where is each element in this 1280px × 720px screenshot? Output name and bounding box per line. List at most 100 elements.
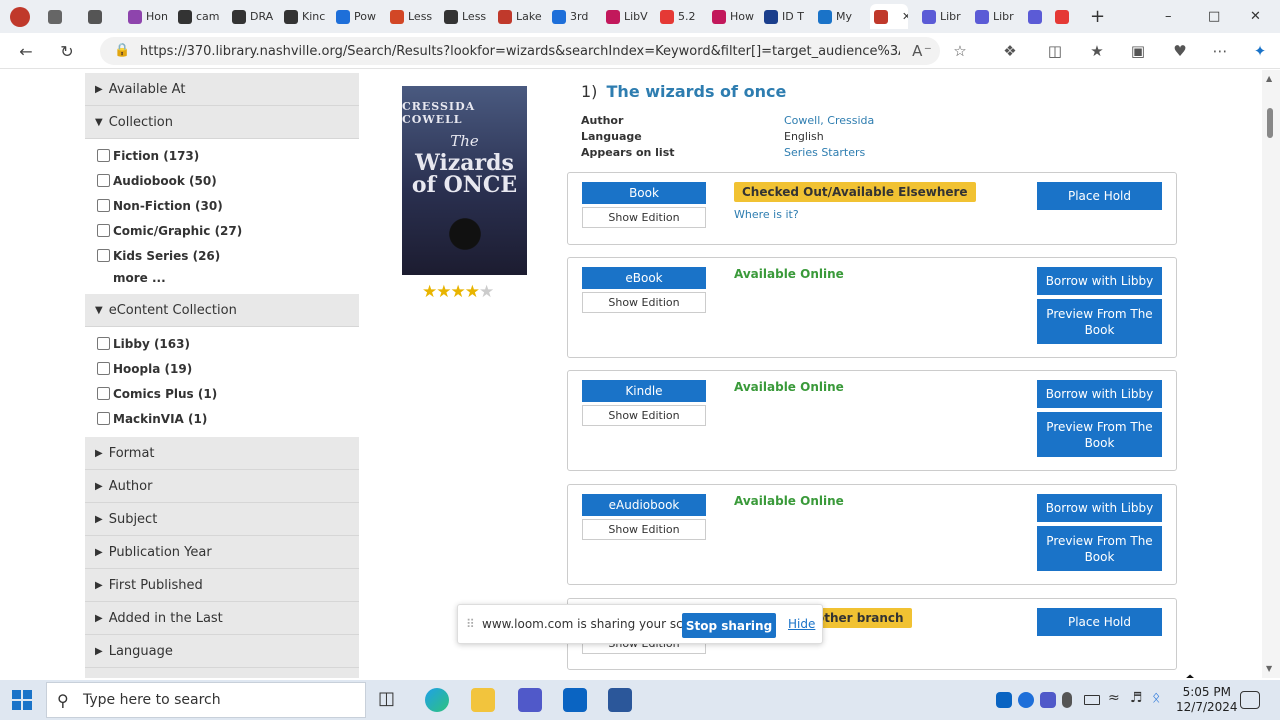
- edge-icon[interactable]: [425, 688, 449, 712]
- checkbox[interactable]: [97, 362, 110, 375]
- format-button[interactable]: Book: [582, 182, 706, 204]
- more-link[interactable]: more ...: [97, 268, 359, 288]
- facet-author[interactable]: ▶ Author: [85, 470, 359, 503]
- format-button[interactable]: Kindle: [582, 380, 706, 402]
- borrow-with-libby-button[interactable]: Borrow with Libby: [1037, 494, 1162, 522]
- browser-tab[interactable]: [88, 4, 110, 29]
- result-title-link[interactable]: The wizards of once: [607, 82, 787, 101]
- hide-link[interactable]: Hide: [788, 617, 815, 631]
- browser-tab[interactable]: DRA: [232, 4, 278, 29]
- where-is-it-link[interactable]: Where is it?: [734, 208, 799, 221]
- browser-tab[interactable]: How: [712, 4, 758, 29]
- facet-language[interactable]: ▶ Language: [85, 635, 359, 668]
- star-icon[interactable]: ★: [479, 282, 494, 302]
- facet-available-at[interactable]: ▶ Available At: [85, 73, 359, 106]
- outlook-icon[interactable]: [563, 688, 587, 712]
- browser-tab[interactable]: LibV: [606, 4, 654, 29]
- preview-from-the-book-button[interactable]: Preview From The Book: [1037, 299, 1162, 344]
- copilot-icon[interactable]: ✦: [1250, 41, 1270, 61]
- more-options-icon[interactable]: ⋯: [1210, 41, 1230, 61]
- browser-tab[interactable]: [48, 4, 70, 29]
- taskbar-search-input[interactable]: ⚲ Type here to search: [46, 682, 366, 718]
- book-cover[interactable]: CRESSIDA COWELL The Wizards of ONCE: [402, 86, 527, 275]
- collections-icon[interactable]: ▣: [1128, 41, 1148, 61]
- windows-start-icon[interactable]: [12, 690, 32, 710]
- browser-tab[interactable]: [10, 4, 32, 29]
- close-window-icon[interactable]: ✕: [1250, 4, 1261, 29]
- scroll-thumb[interactable]: [1267, 108, 1273, 138]
- format-button[interactable]: eAudiobook: [582, 494, 706, 516]
- checkbox[interactable]: [97, 249, 110, 262]
- star-icon[interactable]: ★: [465, 282, 480, 302]
- browser-tab[interactable]: Less: [390, 4, 438, 29]
- place-hold-button[interactable]: Place Hold: [1037, 182, 1162, 210]
- browser-tab[interactable]: [1055, 4, 1075, 29]
- checkbox[interactable]: [97, 149, 110, 162]
- teams-icon[interactable]: [518, 688, 542, 712]
- browser-tab[interactable]: Kinc: [284, 4, 330, 29]
- browser-tab[interactable]: Libr: [975, 4, 1021, 29]
- browser-tab[interactable]: [1028, 4, 1048, 29]
- browser-tab[interactable]: Hon: [128, 4, 172, 29]
- facet-option-kids-series[interactable]: Kids Series (26): [97, 243, 359, 268]
- facet-option-mackinvia[interactable]: MackinVIA (1): [97, 406, 359, 431]
- preview-from-the-book-button[interactable]: Preview From The Book: [1037, 412, 1162, 457]
- stop-sharing-button[interactable]: Stop sharing: [682, 613, 776, 638]
- url-field[interactable]: 🔒 https://370.library.nashville.org/Sear…: [100, 37, 940, 65]
- browser-tab[interactable]: Pow: [336, 4, 384, 29]
- checkbox[interactable]: [97, 224, 110, 237]
- checkbox[interactable]: [97, 199, 110, 212]
- facet-option-libby[interactable]: Libby (163): [97, 331, 359, 356]
- bluetooth-icon[interactable]: ᛟ: [1152, 690, 1176, 714]
- checkbox[interactable]: [97, 387, 110, 400]
- facet-option-fiction[interactable]: Fiction (173): [97, 143, 359, 168]
- checkbox[interactable]: [97, 337, 110, 350]
- facet-format[interactable]: ▶ Format: [85, 437, 359, 470]
- browser-tab[interactable]: Less: [444, 4, 492, 29]
- show-edition-button[interactable]: Show Edition: [582, 207, 706, 228]
- browser-tab[interactable]: My: [818, 4, 864, 29]
- show-edition-button[interactable]: Show Edition: [582, 405, 706, 426]
- minimize-icon[interactable]: –: [1165, 4, 1172, 29]
- format-button[interactable]: eBook: [582, 267, 706, 289]
- star-icon[interactable]: ★: [451, 282, 466, 302]
- notifications-icon[interactable]: [1240, 691, 1260, 709]
- refresh-icon[interactable]: ↻: [57, 41, 77, 61]
- place-hold-button[interactable]: Place Hold: [1037, 608, 1162, 636]
- microphone-icon[interactable]: [1062, 692, 1072, 708]
- show-edition-button[interactable]: Show Edition: [582, 519, 706, 540]
- scroll-up-icon[interactable]: ▲: [1266, 74, 1272, 83]
- browser-tab[interactable]: cam: [178, 4, 226, 29]
- browser-tab[interactable]: Lake: [498, 4, 546, 29]
- facet-added-in-the-last[interactable]: ▶ Added in the Last: [85, 602, 359, 635]
- borrow-with-libby-button[interactable]: Borrow with Libby: [1037, 380, 1162, 408]
- close-tab-icon[interactable]: ✕: [902, 10, 908, 23]
- star-icon[interactable]: ★: [422, 282, 437, 302]
- file-explorer-icon[interactable]: [471, 688, 495, 712]
- new-tab-icon[interactable]: +: [1090, 4, 1105, 29]
- browser-tab[interactable]: 5.2: [660, 4, 704, 29]
- maximize-icon[interactable]: □: [1208, 4, 1220, 29]
- facet-option-nonfiction[interactable]: Non-Fiction (30): [97, 193, 359, 218]
- back-icon[interactable]: ←: [16, 41, 36, 61]
- split-screen-icon[interactable]: ◫: [1045, 41, 1065, 61]
- facet-publication-year[interactable]: ▶ Publication Year: [85, 536, 359, 569]
- author-link[interactable]: Cowell, Cressida: [784, 114, 874, 127]
- star-rating[interactable]: ★★★★★: [422, 282, 494, 302]
- favorite-star-icon[interactable]: ☆: [950, 41, 970, 61]
- drag-handle-icon[interactable]: ⠿: [466, 617, 475, 631]
- star-icon[interactable]: ★: [436, 282, 451, 302]
- preview-from-the-book-button[interactable]: Preview From The Book: [1037, 526, 1162, 571]
- clock[interactable]: 5:05 PM 12/7/2024: [1176, 685, 1238, 715]
- word-icon[interactable]: [608, 688, 632, 712]
- extensions-icon[interactable]: ❖: [1000, 41, 1020, 61]
- browser-essentials-icon[interactable]: ♥: [1170, 41, 1190, 61]
- read-aloud-icon[interactable]: A ⁻: [912, 41, 932, 61]
- facet-first-published[interactable]: ▶ First Published: [85, 569, 359, 602]
- onedrive-icon[interactable]: [1018, 692, 1034, 708]
- facet-collection[interactable]: ▼ Collection: [85, 106, 359, 139]
- browser-tab[interactable]: 3rd: [552, 4, 600, 29]
- page-scrollbar[interactable]: ▲ ▼: [1262, 70, 1280, 678]
- show-edition-button[interactable]: Show Edition: [582, 292, 706, 313]
- checkbox[interactable]: [97, 412, 110, 425]
